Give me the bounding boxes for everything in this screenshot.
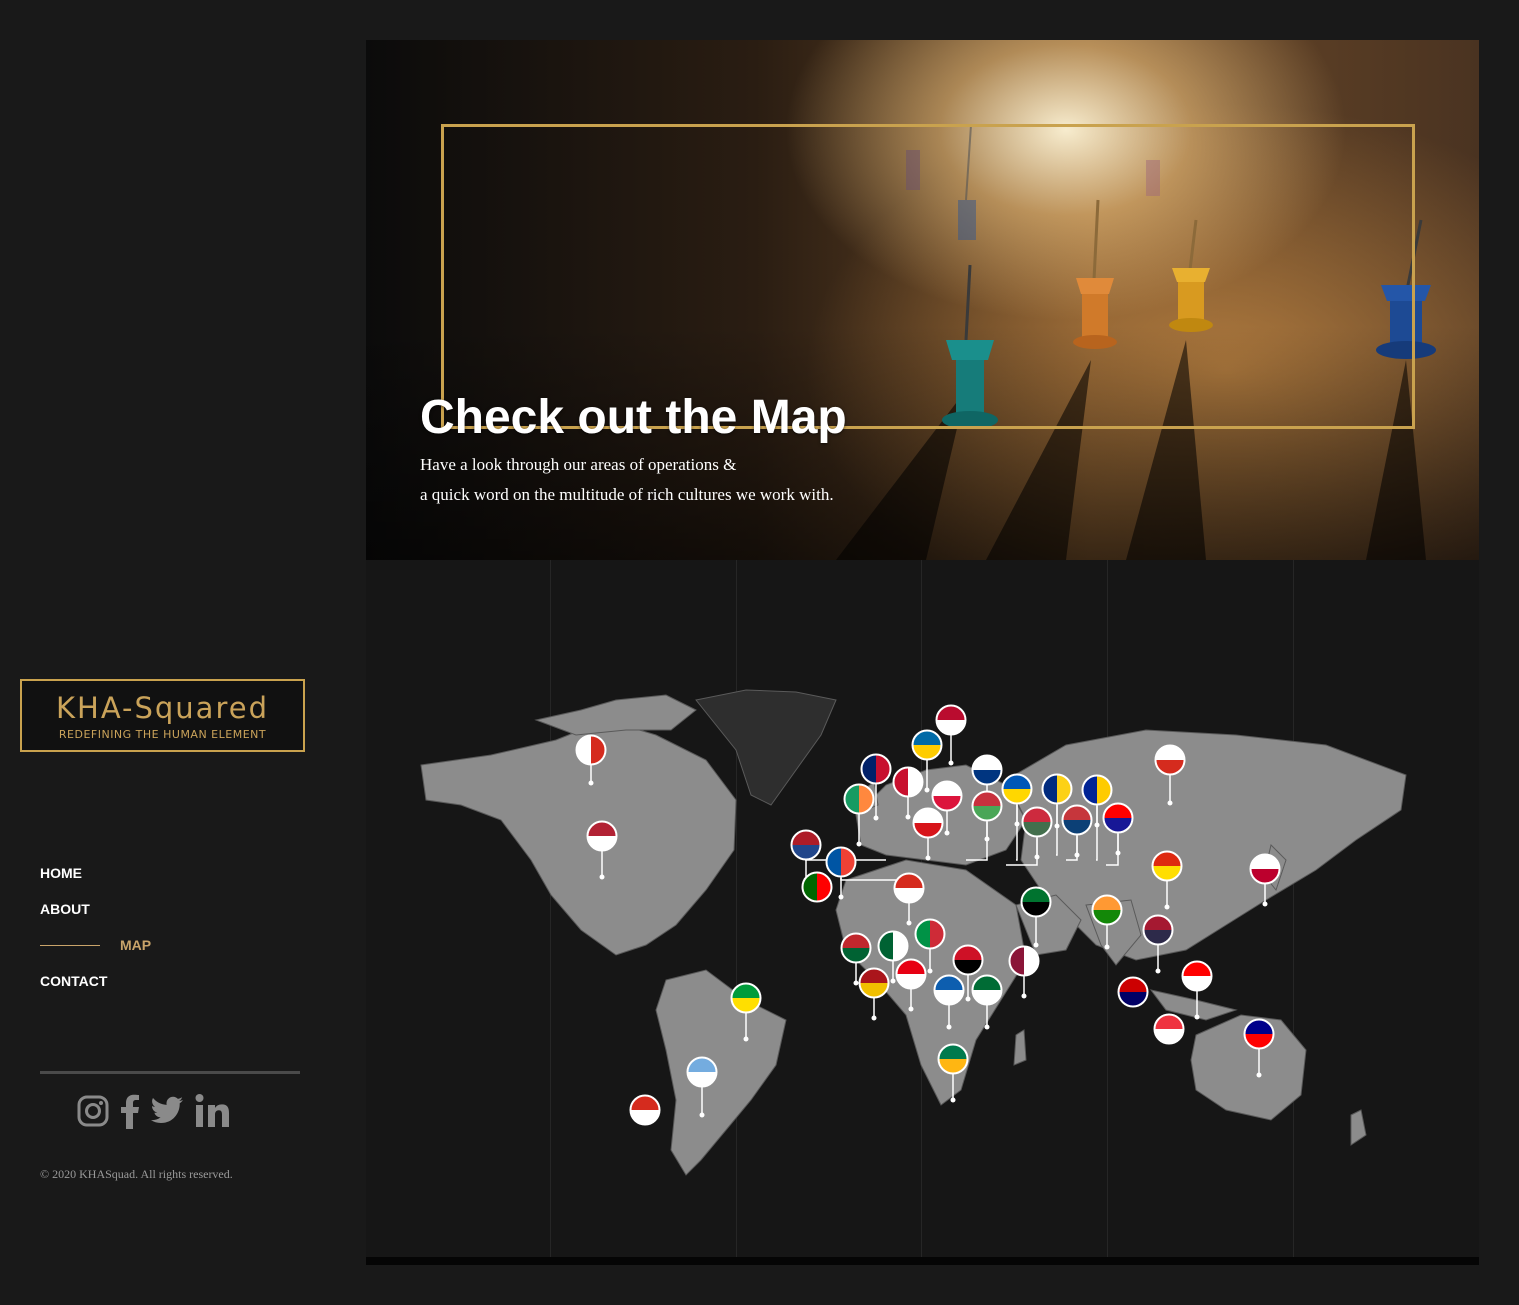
flag-pin-chile[interactable]: Chile [629, 1094, 661, 1126]
pin-dot [905, 814, 911, 820]
pin-dot [1256, 1072, 1262, 1078]
main-nav: HOME ABOUT MAP CONTACT [40, 860, 151, 1004]
world-map: CanadaUnited StatesBrazilArgentinaChileN… [420, 689, 1407, 1176]
flag-pin-malaysia[interactable]: Malaysia [1117, 976, 1149, 1008]
pin-dot [838, 894, 844, 900]
pin-dot [1034, 854, 1040, 860]
flag-pin-qatar[interactable]: Qatar [1008, 945, 1040, 999]
pin-dot [1054, 823, 1060, 829]
hero-banner: Check out the Map Have a look through ou… [366, 40, 1479, 560]
pin-dot [1155, 968, 1161, 974]
pin-dot [743, 1036, 749, 1042]
pin-dot [1104, 944, 1110, 950]
pin-dot [890, 978, 896, 984]
pin-dot [699, 1112, 705, 1118]
pin-dot [599, 874, 605, 880]
linkedin-icon[interactable] [194, 1093, 230, 1134]
hero-title: Check out the Map [420, 391, 847, 444]
pin-dot [924, 787, 930, 793]
sidebar: KHA-Squared REDEFINING THE HUMAN ELEMENT… [0, 0, 365, 1305]
pin-dot [925, 855, 931, 861]
pin-dot [950, 1097, 956, 1103]
pin-dot [853, 980, 859, 986]
pin-dot [944, 830, 950, 836]
canada-islands [534, 694, 697, 736]
pin-dot [1033, 942, 1039, 948]
world-map-section: CanadaUnited StatesBrazilArgentinaChileN… [366, 560, 1479, 1257]
pin-dot [927, 968, 933, 974]
pin-dot [1021, 993, 1027, 999]
flag-pin-portugal[interactable]: Portugal [801, 871, 833, 903]
nav-item-map-label: MAP [120, 937, 152, 953]
facebook-icon[interactable] [120, 1093, 140, 1134]
flag-pin-spain[interactable]: Spain [858, 967, 890, 1021]
pin-dot [1164, 904, 1170, 910]
nav-item-contact[interactable]: CONTACT [40, 968, 151, 1004]
nav-item-about[interactable]: ABOUT [40, 896, 151, 932]
new-zealand-land [1350, 1109, 1367, 1146]
hero-subtitle-line-1: Have a look through our areas of operati… [420, 455, 737, 474]
instagram-icon[interactable] [76, 1094, 110, 1133]
pin-dot [1115, 850, 1121, 856]
brand-logo[interactable]: KHA-Squared REDEFINING THE HUMAN ELEMENT [20, 679, 305, 752]
twitter-icon[interactable] [150, 1096, 184, 1131]
pin-dot [1094, 822, 1100, 828]
pin-dot [1194, 1014, 1200, 1020]
flag-pin-norway[interactable]: Norway [935, 704, 967, 766]
pin-dot [906, 920, 912, 926]
pin-dot [1167, 800, 1173, 806]
pin-dot [871, 1015, 877, 1021]
pin-dot [1074, 852, 1080, 858]
pin-dot [984, 1024, 990, 1030]
pin-dot [1262, 901, 1268, 907]
pin-dot [908, 1006, 914, 1012]
south-america-land [655, 969, 787, 1176]
sidebar-divider [40, 1071, 300, 1074]
pin-dot [946, 1024, 952, 1030]
hero-subtitle-line-2: a quick word on the multitude of rich cu… [420, 485, 834, 504]
pin-dot [856, 841, 862, 847]
pin-dot [948, 760, 954, 766]
pin-dot [873, 815, 879, 821]
nav-item-map[interactable]: MAP [40, 932, 151, 968]
logo-wordmark: KHA-Squared [56, 691, 269, 725]
logo-tagline: REDEFINING THE HUMAN ELEMENT [58, 728, 267, 741]
map-bottom-bar [366, 1257, 1479, 1265]
pin-dot [984, 836, 990, 842]
pin-dot [588, 780, 594, 786]
social-links [76, 1093, 230, 1134]
madagascar-land [1013, 1029, 1027, 1066]
active-indicator-line [40, 945, 100, 946]
nav-item-home[interactable]: HOME [40, 860, 151, 896]
pin-dot [965, 996, 971, 1002]
flag-pin-singapore[interactable]: Singapore [1153, 1013, 1185, 1045]
pin-dot [1014, 821, 1020, 827]
copyright: © 2020 KHASquad. All rights reserved. [40, 1167, 233, 1181]
